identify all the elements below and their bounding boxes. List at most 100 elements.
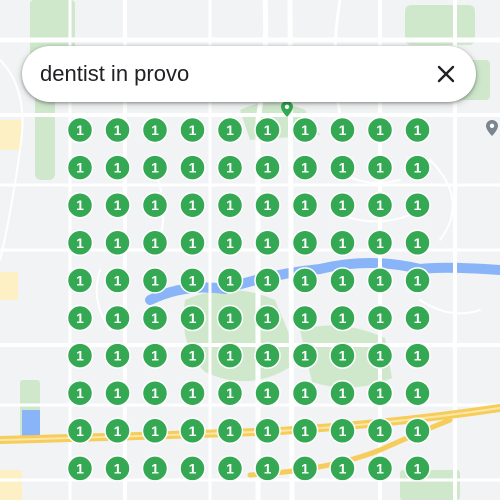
result-pin[interactable]: 1 <box>104 116 131 144</box>
search-bar[interactable]: dentist in provo <box>22 46 476 102</box>
result-pin[interactable]: 1 <box>216 116 244 144</box>
result-pin[interactable]: 1 <box>404 229 431 257</box>
result-pin[interactable]: 1 <box>141 116 169 144</box>
result-pin[interactable]: 1 <box>329 267 356 294</box>
result-pin[interactable]: 1 <box>141 191 169 219</box>
result-pin[interactable]: 1 <box>104 455 131 482</box>
result-pin[interactable]: 1 <box>216 191 244 219</box>
result-pin[interactable]: 1 <box>141 455 169 482</box>
result-pin[interactable]: 1 <box>366 379 394 407</box>
result-pin[interactable]: 1 <box>254 342 281 369</box>
result-pin[interactable]: 1 <box>291 191 319 219</box>
result-pin[interactable]: 1 <box>366 267 394 294</box>
result-pin[interactable]: 1 <box>291 342 319 369</box>
result-pin[interactable]: 1 <box>66 455 94 482</box>
result-pin[interactable]: 1 <box>179 154 206 181</box>
result-pin[interactable]: 1 <box>404 191 431 219</box>
result-pin[interactable]: 1 <box>179 455 206 482</box>
park-marker-icon[interactable] <box>281 101 293 117</box>
result-pin[interactable]: 1 <box>404 154 431 181</box>
result-pin[interactable]: 1 <box>291 379 319 407</box>
result-pin[interactable]: 1 <box>216 342 244 369</box>
result-pin[interactable]: 1 <box>216 417 244 445</box>
result-pin[interactable]: 1 <box>66 342 94 369</box>
result-pin[interactable]: 1 <box>254 116 281 144</box>
result-pin[interactable]: 1 <box>179 417 206 445</box>
result-pin[interactable]: 1 <box>141 342 169 369</box>
result-pin[interactable]: 1 <box>66 304 94 332</box>
result-pin[interactable]: 1 <box>254 267 281 294</box>
result-pin[interactable]: 1 <box>254 379 281 407</box>
result-pin[interactable]: 1 <box>366 455 394 482</box>
result-pin[interactable]: 1 <box>141 229 169 257</box>
result-pin[interactable]: 1 <box>254 455 281 482</box>
result-pin[interactable]: 1 <box>366 116 394 144</box>
result-pin[interactable]: 1 <box>291 229 319 257</box>
result-pin[interactable]: 1 <box>404 379 431 407</box>
result-pin[interactable]: 1 <box>216 154 244 181</box>
result-pin[interactable]: 1 <box>291 304 319 332</box>
result-pin[interactable]: 1 <box>179 229 206 257</box>
result-pin[interactable]: 1 <box>404 342 431 369</box>
result-pin[interactable]: 1 <box>254 191 281 219</box>
result-pin[interactable]: 1 <box>404 116 431 144</box>
result-pin[interactable]: 1 <box>104 191 131 219</box>
result-pin[interactable]: 1 <box>66 229 94 257</box>
result-pin[interactable]: 1 <box>66 267 94 294</box>
result-pin[interactable]: 1 <box>141 154 169 181</box>
result-pin[interactable]: 1 <box>366 229 394 257</box>
result-pin[interactable]: 1 <box>66 116 94 144</box>
result-pin[interactable]: 1 <box>329 229 356 257</box>
result-pin[interactable]: 1 <box>104 154 131 181</box>
result-pin[interactable]: 1 <box>291 417 319 445</box>
search-query[interactable]: dentist in provo <box>40 61 426 87</box>
result-pin[interactable]: 1 <box>216 304 244 332</box>
result-pin[interactable]: 1 <box>104 304 131 332</box>
result-pin[interactable]: 1 <box>216 229 244 257</box>
result-pin[interactable]: 1 <box>366 417 394 445</box>
result-pin[interactable]: 1 <box>66 417 94 445</box>
result-pin[interactable]: 1 <box>141 267 169 294</box>
result-pin[interactable]: 1 <box>366 154 394 181</box>
result-pin[interactable]: 1 <box>216 379 244 407</box>
result-pin[interactable]: 1 <box>179 379 206 407</box>
result-pin[interactable]: 1 <box>254 417 281 445</box>
result-pin[interactable]: 1 <box>141 304 169 332</box>
result-pin[interactable]: 1 <box>404 455 431 482</box>
result-pin[interactable]: 1 <box>66 379 94 407</box>
result-pin[interactable]: 1 <box>291 116 319 144</box>
result-pin[interactable]: 1 <box>179 342 206 369</box>
result-pin[interactable]: 1 <box>254 154 281 181</box>
result-pin[interactable]: 1 <box>66 191 94 219</box>
result-pin[interactable]: 1 <box>329 455 356 482</box>
result-pin[interactable]: 1 <box>141 417 169 445</box>
result-pin[interactable]: 1 <box>404 417 431 445</box>
result-pin[interactable]: 1 <box>329 417 356 445</box>
result-pin[interactable]: 1 <box>216 455 244 482</box>
result-pin[interactable]: 1 <box>104 417 131 445</box>
result-pin[interactable]: 1 <box>291 267 319 294</box>
result-pin[interactable]: 1 <box>329 154 356 181</box>
result-pin[interactable]: 1 <box>179 304 206 332</box>
result-pin[interactable]: 1 <box>179 191 206 219</box>
result-pin[interactable]: 1 <box>329 342 356 369</box>
result-pin[interactable]: 1 <box>329 116 356 144</box>
result-pin[interactable]: 1 <box>366 191 394 219</box>
result-pin[interactable]: 1 <box>404 304 431 332</box>
close-icon[interactable] <box>426 54 466 94</box>
result-pin[interactable]: 1 <box>329 304 356 332</box>
result-pin[interactable]: 1 <box>104 342 131 369</box>
result-pin[interactable]: 1 <box>141 379 169 407</box>
result-pin[interactable]: 1 <box>104 229 131 257</box>
result-pin[interactable]: 1 <box>366 342 394 369</box>
result-pin[interactable]: 1 <box>66 154 94 181</box>
result-pin[interactable]: 1 <box>291 154 319 181</box>
result-pin[interactable]: 1 <box>104 267 131 294</box>
result-pin[interactable]: 1 <box>216 267 244 294</box>
result-pin[interactable]: 1 <box>179 116 206 144</box>
result-pin[interactable]: 1 <box>366 304 394 332</box>
result-pin[interactable]: 1 <box>291 455 319 482</box>
result-pin[interactable]: 1 <box>179 267 206 294</box>
result-pin[interactable]: 1 <box>404 267 431 294</box>
result-pin[interactable]: 1 <box>329 379 356 407</box>
